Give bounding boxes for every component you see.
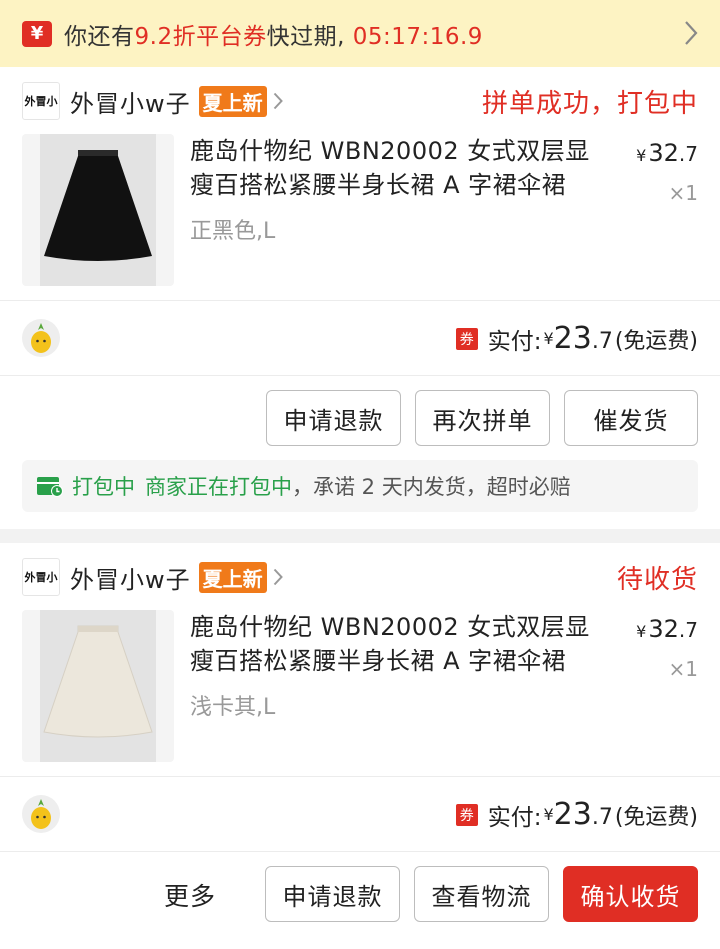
track-shipment-button[interactable]: 查看物流 (414, 866, 549, 922)
reorder-button[interactable]: 再次拼单 (415, 390, 550, 446)
payment-summary: 券 实付: ¥ 23.7 (免运费) (455, 797, 698, 832)
product-price: ¥32.7 (636, 615, 698, 643)
ship-detail: ，承诺 2 天内发货，超时必赔 (292, 475, 571, 499)
coupon-expiry-banner[interactable]: ¥ 你还有9.2折平台券快过期, 05:17:16.9 (0, 0, 720, 67)
pay-label: 实付: (487, 804, 542, 831)
coupon-icon: ¥ (22, 20, 52, 47)
urge-shipping-button[interactable]: 催发货 (564, 390, 698, 446)
buyer-avatar[interactable] (22, 319, 60, 357)
shop-header[interactable]: 外冒小 外冒小w子 夏上新 (22, 557, 283, 597)
shop-badge: 夏上新 (198, 85, 267, 117)
pineapple-icon (31, 799, 51, 829)
payment-summary: 券 实付: ¥ 23.7 (免运费) (455, 321, 698, 356)
product-quantity: ×1 (668, 657, 698, 681)
price-currency: ¥ (636, 622, 647, 641)
divider (0, 851, 720, 852)
price-integer: 32 (648, 139, 679, 167)
price-decimal: .7 (678, 618, 698, 642)
product-spec: 正黑色,L (190, 219, 276, 244)
product-title[interactable]: 鹿岛什物纪 WBN20002 女式双层显瘦百搭松紧腰半身长裙 A 字裙伞裙 (190, 610, 610, 678)
pineapple-icon (31, 323, 51, 353)
package-clock-icon (37, 477, 63, 497)
price-integer: 32 (648, 615, 679, 643)
more-link[interactable]: 更多 (164, 877, 216, 913)
divider (0, 300, 720, 301)
banner-text-middle: 快过期, (266, 23, 345, 50)
shop-name: 外冒小w子 (70, 565, 191, 594)
product-spec: 浅卡其,L (190, 695, 276, 720)
price-currency: ¥ (636, 146, 647, 165)
shop-logo: 外冒小 (22, 558, 60, 596)
pay-amount: 23.7 (554, 797, 613, 832)
pay-currency: ¥ (543, 329, 554, 348)
pay-label: 实付: (487, 328, 542, 355)
confirm-receipt-button[interactable]: 确认收货 (563, 866, 698, 922)
coupon-tag: 券 (455, 803, 478, 826)
ship-status: 打包中 (72, 475, 135, 499)
skirt-shape (44, 150, 152, 261)
pay-note: (免运费) (614, 328, 698, 354)
product-quantity: ×1 (668, 181, 698, 205)
order-card: 外冒小 外冒小w子 夏上新 拼单成功，打包中 鹿岛什物纪 WBN20002 女式… (0, 67, 720, 529)
product-title[interactable]: 鹿岛什物纪 WBN20002 女式双层显瘦百搭松紧腰半身长裙 A 字裙伞裙 (190, 134, 610, 202)
shop-name: 外冒小w子 (70, 89, 191, 118)
apply-refund-button[interactable]: 申请退款 (266, 390, 401, 446)
ship-detail-highlight: 商家正在打包中 (145, 475, 292, 499)
shipping-status-note[interactable]: 打包中 商家正在打包中 ，承诺 2 天内发货，超时必赔 (22, 460, 698, 512)
banner-text-prefix: 你还有 (64, 23, 135, 50)
shop-header[interactable]: 外冒小 外冒小w子 夏上新 (22, 81, 283, 121)
product-image[interactable] (22, 610, 174, 762)
skirt-image (44, 150, 152, 261)
divider (0, 375, 720, 376)
chevron-right-icon (685, 21, 698, 45)
order-status: 拼单成功，打包中 (481, 89, 698, 119)
apply-refund-button[interactable]: 申请退款 (265, 866, 400, 922)
product-price: ¥32.7 (636, 139, 698, 167)
divider (0, 776, 720, 777)
pay-integer: 23 (553, 797, 592, 832)
shop-logo: 外冒小 (22, 82, 60, 120)
product-image[interactable] (22, 134, 174, 286)
shop-badge: 夏上新 (198, 561, 267, 593)
pay-currency: ¥ (543, 805, 554, 824)
coupon-tag: 券 (455, 327, 478, 350)
skirt-shape (43, 625, 153, 738)
chevron-right-icon (273, 568, 283, 586)
pay-integer: 23 (553, 321, 592, 356)
pay-decimal: .7 (591, 329, 613, 354)
pay-note: (免运费) (614, 804, 698, 830)
price-decimal: .7 (678, 142, 698, 166)
banner-text: 你还有9.2折平台券快过期, 05:17:16.9 (64, 17, 483, 51)
banner-countdown: 05:17:16.9 (352, 23, 483, 50)
banner-coupon-highlight: 9.2折平台券 (134, 23, 267, 50)
pay-decimal: .7 (591, 805, 613, 830)
order-card: 外冒小 外冒小w子 夏上新 待收货 鹿岛什物纪 WBN20002 女式双层显瘦百… (0, 543, 720, 949)
pay-amount: 23.7 (554, 321, 613, 356)
order-status: 待收货 (616, 565, 698, 595)
chevron-right-icon (273, 92, 283, 110)
skirt-image (43, 625, 153, 738)
buyer-avatar[interactable] (22, 795, 60, 833)
